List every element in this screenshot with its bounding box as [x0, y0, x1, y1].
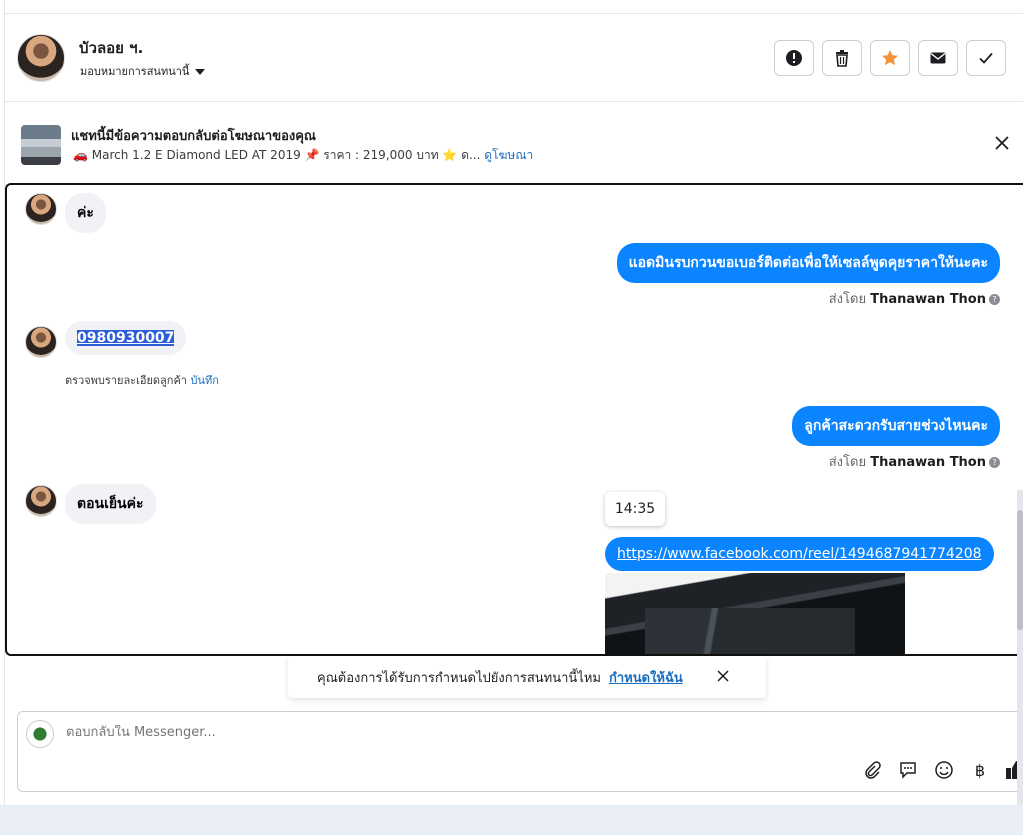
- caret-down-icon: [195, 69, 206, 75]
- reply-composer: ฿: [17, 711, 1023, 792]
- assign-suggestion-text: คุณต้องการได้รับการกำหนดไปยังการสนทนานี้…: [317, 670, 601, 686]
- assign-suggestion-bar: คุณต้องการได้รับการกำหนดไปยังการสนทนานี้…: [288, 656, 766, 698]
- detail-note-text: ตรวจพบรายละเอียดลูกค้า: [65, 374, 187, 387]
- header-actions: [774, 40, 1006, 76]
- ad-reference-bar: แชทนี้มีข้อความตอบกลับต่อโฆษณาของคุณ 🚗 M…: [5, 103, 1023, 183]
- inbox-thread-panel: บัวลอย ฯ. มอบหมายการสนทนานี้ แชทนี้มีข้อ: [4, 0, 1023, 835]
- scrollbar-thumb[interactable]: [1017, 510, 1023, 630]
- envelope-icon: [930, 52, 946, 64]
- phone-number[interactable]: 0980930007: [77, 330, 175, 346]
- sent-by-label: ส่งโดย Thanawan Thon?: [829, 451, 1000, 472]
- page-avatar: [26, 720, 54, 748]
- mark-spam-button[interactable]: [774, 40, 814, 76]
- customer-detail-note: ตรวจพบรายละเอียดลูกค้า บันทึก: [65, 371, 219, 389]
- mark-done-button[interactable]: [966, 40, 1006, 76]
- contact-avatar-small: [25, 193, 57, 225]
- sent-by-label: ส่งโดย Thanawan Thon?: [829, 288, 1000, 309]
- thread-header: บัวลอย ฯ. มอบหมายการสนทนานี้: [5, 14, 1023, 102]
- ad-title: แชทนี้มีข้อความตอบกลับต่อโฆษณาของคุณ: [71, 129, 316, 144]
- assign-dropdown[interactable]: มอบหมายการสนทนานี้: [80, 62, 206, 80]
- ad-thumbnail[interactable]: [21, 125, 61, 165]
- star-icon: [882, 50, 898, 66]
- reply-input[interactable]: [66, 725, 666, 740]
- assign-to-me-link[interactable]: กำหนดให้ฉัน: [609, 667, 683, 688]
- view-ad-link[interactable]: ดูโฆษณา: [484, 148, 533, 162]
- reel-preview-image[interactable]: [605, 573, 905, 654]
- emoji-button[interactable]: [933, 759, 955, 781]
- scrollbar[interactable]: [1017, 490, 1023, 835]
- assign-label: มอบหมายการสนทนานี้: [80, 65, 190, 78]
- saved-replies-button[interactable]: [897, 759, 919, 781]
- payment-button[interactable]: ฿: [969, 759, 991, 781]
- star-button[interactable]: [870, 40, 910, 76]
- timestamp-tooltip: 14:35: [605, 492, 665, 526]
- outgoing-message[interactable]: ลูกค้าสะดวกรับสายช่วงไหนคะ: [792, 406, 1000, 446]
- mark-unread-button[interactable]: [918, 40, 958, 76]
- help-icon[interactable]: ?: [989, 294, 1000, 305]
- check-icon: [979, 52, 993, 64]
- contact-avatar-small: [25, 485, 57, 517]
- contact-avatar-small: [25, 326, 57, 358]
- attach-button[interactable]: [861, 759, 883, 781]
- incoming-message[interactable]: ค่ะ: [65, 193, 106, 233]
- bottom-strip: [0, 805, 1023, 835]
- sent-by-prefix: ส่งโดย: [828, 292, 867, 307]
- composer-toolbar: ฿: [861, 759, 1023, 781]
- close-icon[interactable]: [716, 669, 730, 683]
- ad-description: 🚗 March 1.2 E Diamond LED AT 2019 📌 ราคา…: [73, 148, 481, 162]
- alert-icon: [786, 50, 802, 66]
- message-list[interactable]: ค่ะ แอดมินรบกวนขอเบอร์ติดต่อเพื่อให้เซลล…: [5, 183, 1023, 656]
- save-detail-link[interactable]: บันทึก: [190, 374, 218, 387]
- sent-by-prefix: ส่งโดย: [828, 455, 867, 470]
- contact-name[interactable]: บัวลอย ฯ.: [79, 36, 143, 60]
- incoming-message[interactable]: 0980930007: [65, 321, 187, 355]
- help-icon[interactable]: ?: [989, 457, 1000, 468]
- close-icon[interactable]: [994, 135, 1010, 151]
- trash-icon: [836, 50, 848, 67]
- car-window-graphic: [645, 608, 855, 654]
- baht-icon: ฿: [974, 760, 986, 780]
- chat-bubble-icon: [900, 762, 916, 779]
- paperclip-icon: [865, 761, 881, 779]
- sent-by-agent: Thanawan Thon: [870, 292, 986, 307]
- incoming-message[interactable]: ตอนเย็นค่ะ: [65, 484, 156, 524]
- outgoing-link-message[interactable]: https://www.facebook.com/reel/1494687941…: [605, 537, 994, 571]
- smiley-icon: [935, 761, 953, 779]
- ad-subtitle: 🚗 March 1.2 E Diamond LED AT 2019 📌 ราคา…: [73, 146, 533, 165]
- contact-avatar[interactable]: [17, 34, 65, 82]
- sent-by-agent: Thanawan Thon: [870, 455, 986, 470]
- outgoing-message[interactable]: แอดมินรบกวนขอเบอร์ติดต่อเพื่อให้เซลล์พูด…: [616, 243, 1000, 283]
- delete-button[interactable]: [822, 40, 862, 76]
